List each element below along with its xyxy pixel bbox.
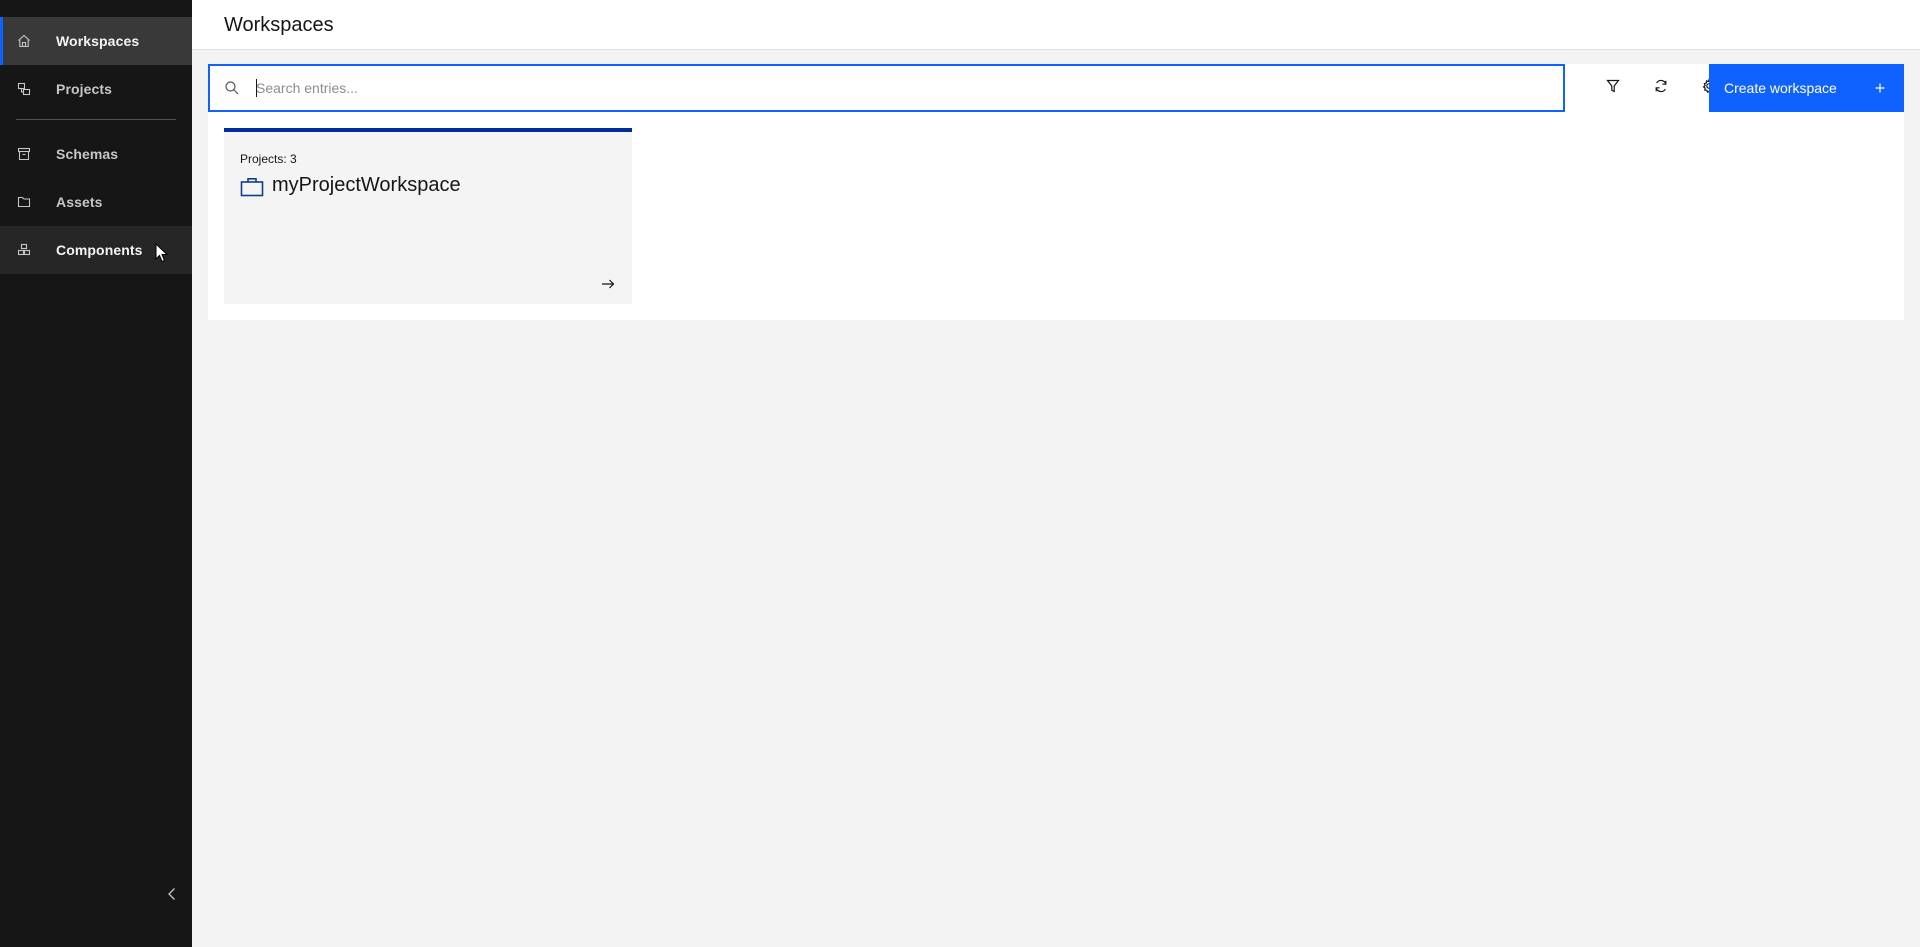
workspace-project-count: Projects: 3: [240, 152, 297, 166]
page-header: Workspaces: [192, 0, 1920, 50]
page-title: Workspaces: [224, 14, 334, 36]
sidebar-item-label: Schemas: [56, 146, 119, 162]
collapse-sidebar-button[interactable]: [160, 884, 184, 908]
archive-icon: [16, 146, 32, 162]
create-workspace-button[interactable]: Create workspace: [1709, 64, 1904, 112]
arrow-right-icon[interactable]: [600, 276, 616, 292]
chevron-left-icon: [164, 886, 180, 907]
sidebar-item-label: Workspaces: [56, 33, 140, 49]
sidebar-item-label: Components: [56, 242, 143, 258]
create-workspace-label: Create workspace: [1724, 80, 1837, 96]
search-box[interactable]: [208, 64, 1565, 112]
text-caret: [256, 79, 257, 97]
filter-icon: [1605, 78, 1621, 99]
search-icon: [224, 80, 240, 96]
sidebar-item-workspaces[interactable]: Workspaces: [0, 17, 192, 65]
refresh-icon: [1653, 78, 1669, 99]
workspace-name: myProjectWorkspace: [272, 174, 461, 196]
sidebar-item-label: Projects: [56, 81, 113, 97]
filter-button[interactable]: [1589, 64, 1637, 112]
workspace-tile[interactable]: Projects: 3 myProjectWorkspace: [224, 128, 632, 304]
sidebar-item-assets[interactable]: Assets: [0, 178, 192, 226]
briefcase-icon: [240, 177, 264, 197]
sidebar-item-label: Assets: [56, 194, 103, 210]
components-icon: [16, 242, 32, 258]
sidebar-item-schemas[interactable]: Schemas: [0, 130, 192, 178]
folder-icon: [16, 194, 32, 210]
sidebar-divider: [16, 119, 176, 120]
sidebar: Workspaces Projects Schemas Assets Compo…: [0, 0, 192, 947]
sidebar-item-components[interactable]: Components: [0, 226, 192, 274]
refresh-button[interactable]: [1637, 64, 1685, 112]
workspaces-panel: Create workspace Projects: 3 myProjectWo…: [208, 64, 1904, 320]
projects-icon: [16, 81, 32, 97]
plus-icon: [1872, 80, 1888, 96]
search-input[interactable]: [254, 72, 1544, 104]
sidebar-item-projects[interactable]: Projects: [0, 65, 192, 113]
home-icon: [16, 33, 32, 49]
